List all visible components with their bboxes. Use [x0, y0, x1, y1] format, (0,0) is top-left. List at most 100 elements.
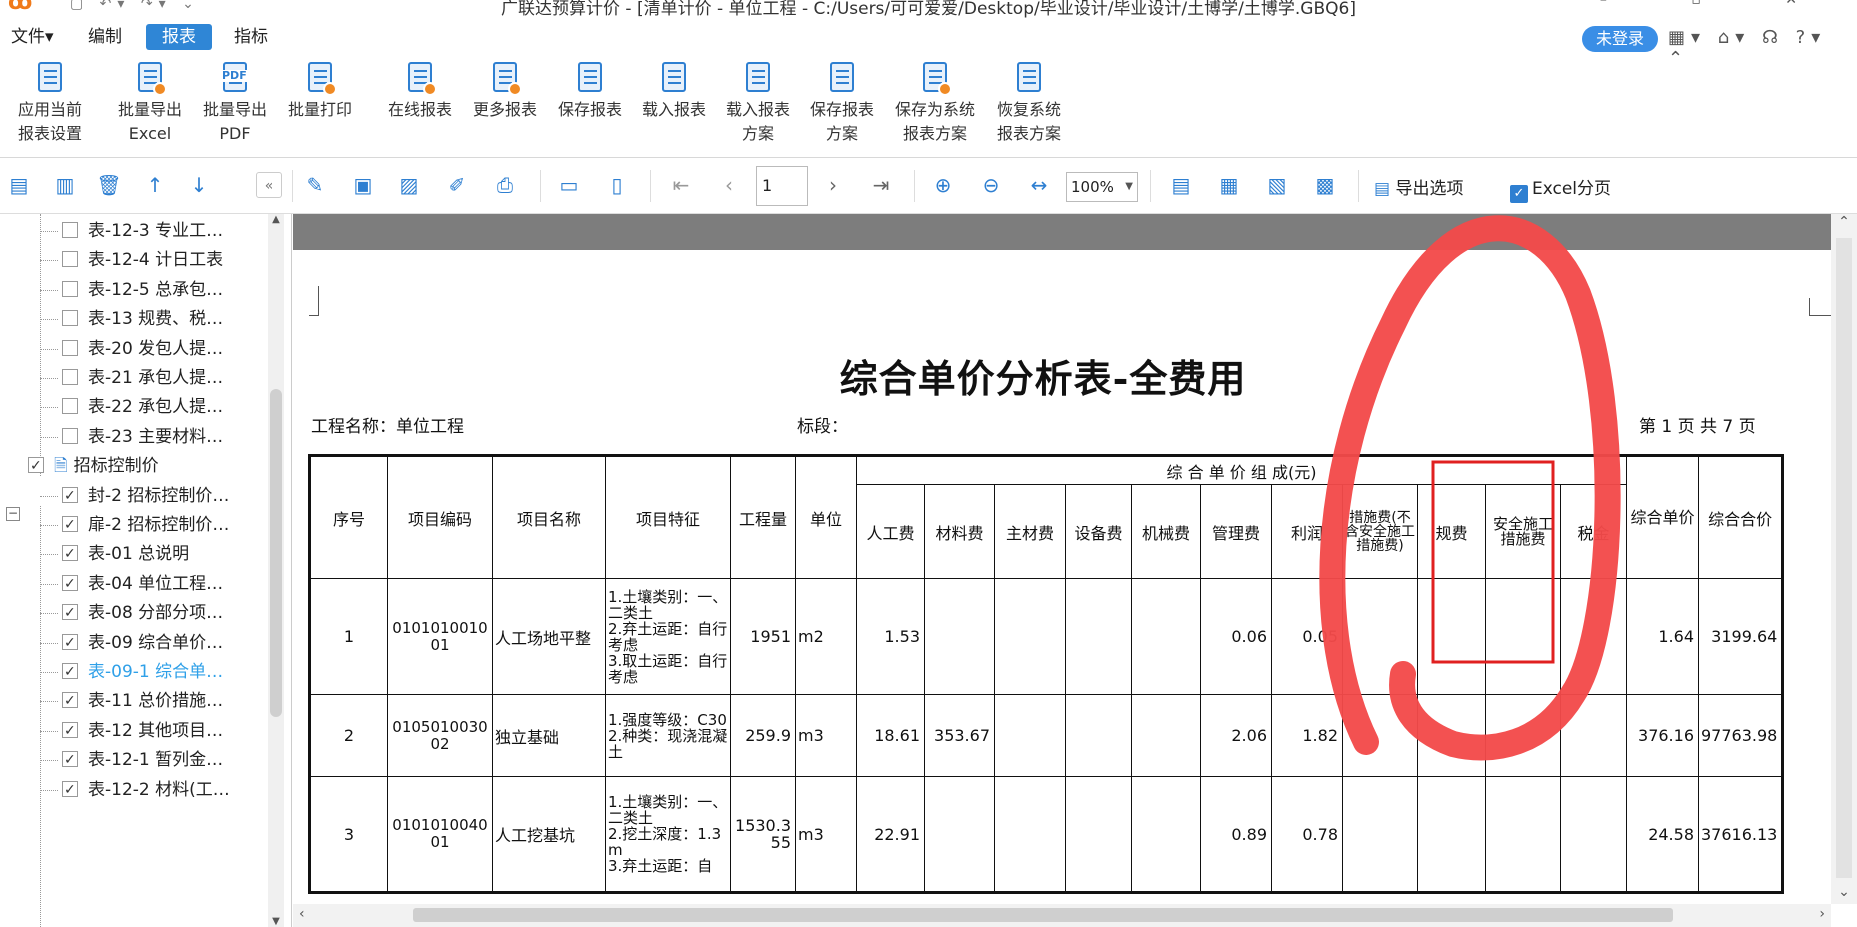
- checkbox-unchecked[interactable]: [62, 222, 78, 238]
- first-page-icon[interactable]: ⇤: [668, 172, 694, 198]
- restore-system-scheme-button[interactable]: 恢复系统 报表方案: [990, 62, 1068, 146]
- save-system-scheme-button[interactable]: 保存为系统 报表方案: [888, 62, 982, 146]
- tree-item[interactable]: 表-12-5 总承包…: [40, 275, 223, 305]
- checkbox-unchecked[interactable]: [62, 369, 78, 385]
- menu-indicator[interactable]: 指标: [226, 24, 276, 50]
- preview-vertical-scrollbar[interactable]: ⌃ ⌄: [1831, 214, 1857, 904]
- checkbox-unchecked[interactable]: [62, 310, 78, 327]
- prev-page-icon[interactable]: ‹: [716, 172, 742, 198]
- preview-horizontal-scrollbar[interactable]: ‹ ›: [293, 904, 1831, 927]
- last-page-icon[interactable]: ⇥: [868, 172, 894, 198]
- scroll-up-icon[interactable]: ▲: [268, 214, 284, 225]
- checkbox-unchecked[interactable]: [62, 398, 78, 415]
- tree-item[interactable]: 表-09 综合单价…: [40, 628, 223, 658]
- checkbox-checked[interactable]: [62, 628, 78, 658]
- apply-settings-button[interactable]: 应用当前 报表设置: [10, 62, 90, 146]
- tree-item[interactable]: 封-2 招标控制价…: [40, 481, 229, 511]
- add-report-icon[interactable]: ▤: [6, 172, 32, 198]
- move-down-icon[interactable]: ↓: [186, 172, 212, 198]
- scrollbar-thumb[interactable]: [1836, 238, 1852, 878]
- edit-report-icon[interactable]: ✎: [302, 172, 328, 198]
- excel-paging-checkbox[interactable]: ✓ Excel分页: [1510, 174, 1611, 203]
- export-icon-1[interactable]: ▤: [1168, 172, 1194, 198]
- checkbox-checked[interactable]: [62, 745, 78, 775]
- tree-item[interactable]: 表-13 规费、税…: [40, 304, 223, 334]
- scroll-right-icon[interactable]: ›: [1819, 906, 1825, 922]
- more-reports-button[interactable]: 更多报表: [467, 62, 543, 122]
- checkbox-checked[interactable]: [62, 598, 78, 628]
- hatch-icon[interactable]: ▨: [396, 172, 422, 198]
- single-page-icon[interactable]: ▭: [556, 172, 582, 198]
- sidebar-scrollbar[interactable]: ▲ ▼: [268, 214, 284, 927]
- zoom-out-icon[interactable]: ⊖: [978, 172, 1004, 198]
- tree-item[interactable]: 表-09-1 综合单…: [40, 657, 223, 687]
- next-page-icon[interactable]: ›: [820, 172, 846, 198]
- page-number-input[interactable]: 1: [756, 166, 808, 206]
- menu-edit[interactable]: 编制: [80, 24, 130, 50]
- scroll-down-icon[interactable]: ▼: [268, 916, 284, 927]
- scrollbar-thumb[interactable]: [413, 908, 1673, 922]
- checkbox-unchecked[interactable]: [62, 251, 78, 268]
- zoom-in-icon[interactable]: ⊕: [930, 172, 956, 198]
- scrollbar-thumb[interactable]: [270, 389, 282, 717]
- save-report-button[interactable]: 保存报表: [552, 62, 628, 122]
- collapse-node-icon[interactable]: −: [6, 507, 20, 521]
- tree-item[interactable]: 表-12-4 计日工表: [40, 245, 223, 275]
- tree-item[interactable]: 表-21 承包人提…: [40, 363, 223, 393]
- tree-item[interactable]: 🗎招标控制价: [28, 451, 159, 481]
- load-report-button[interactable]: 载入报表: [636, 62, 712, 122]
- export-pdf-small-icon[interactable]: ▩: [1312, 172, 1338, 198]
- checkbox-checked[interactable]: [62, 657, 78, 687]
- tree-item[interactable]: 表-08 分部分项…: [40, 598, 223, 628]
- scroll-up-icon[interactable]: ⌃: [1831, 214, 1857, 234]
- checkbox-unchecked[interactable]: [62, 280, 78, 297]
- menu-report[interactable]: 报表: [146, 24, 212, 50]
- tree-item[interactable]: 表-11 总价措施…: [40, 686, 223, 716]
- tree-item[interactable]: 表-04 单位工程…: [40, 569, 223, 599]
- checkbox-checked[interactable]: [62, 775, 78, 805]
- tree-item[interactable]: 表-12 其他项目…: [40, 716, 223, 746]
- export-pdf-button[interactable]: PDF 批量导出 PDF: [197, 62, 273, 146]
- right-toolbar-icons[interactable]: ▦▾ ⌂▾ ☊ ?▾ ⌃: [1668, 27, 1857, 69]
- move-up-icon[interactable]: ↑: [142, 172, 168, 198]
- multi-page-icon[interactable]: ▯: [604, 172, 630, 198]
- tree-item[interactable]: 表-12-1 暂列金…: [40, 745, 223, 775]
- export-icon-2[interactable]: ▦: [1216, 172, 1242, 198]
- checkbox-checked[interactable]: [62, 686, 78, 716]
- load-scheme-button[interactable]: 载入报表 方案: [720, 62, 796, 146]
- checkbox-unchecked[interactable]: [62, 339, 78, 356]
- tree-item[interactable]: 表-23 主要材料…: [40, 422, 223, 452]
- checkbox-unchecked[interactable]: [62, 427, 78, 444]
- collapse-panel-icon[interactable]: «: [256, 172, 282, 198]
- scroll-left-icon[interactable]: ‹: [299, 906, 305, 922]
- online-report-button[interactable]: 在线报表: [382, 62, 458, 122]
- checkbox-checked[interactable]: [62, 510, 78, 540]
- window-controls[interactable]: – ▫ ✕: [1600, 0, 1837, 8]
- checkbox-checked[interactable]: [62, 539, 78, 569]
- tree-item[interactable]: 扉-2 招标控制价…: [40, 510, 229, 540]
- fit-width-icon[interactable]: ↔: [1026, 172, 1052, 198]
- checkbox-checked[interactable]: [62, 481, 78, 511]
- delete-icon[interactable]: 🗑: [96, 172, 122, 198]
- export-options-button[interactable]: ▤ 导出选项: [1374, 174, 1463, 199]
- tree-item[interactable]: 表-12-2 材料(工…: [40, 775, 230, 805]
- checkbox-checked[interactable]: [28, 451, 44, 481]
- checkbox-checked[interactable]: [62, 716, 78, 746]
- tree-item[interactable]: 表-01 总说明: [40, 539, 189, 569]
- menu-file[interactable]: 文件▾: [3, 24, 62, 50]
- tree-item[interactable]: 表-12-3 专业工…: [40, 216, 223, 246]
- add-folder-icon[interactable]: ▥: [52, 172, 78, 198]
- batch-print-button[interactable]: 批量打印: [282, 62, 358, 122]
- tree-item[interactable]: 表-22 承包人提…: [40, 392, 223, 422]
- tree-item[interactable]: 表-20 发包人提…: [40, 334, 223, 364]
- export-icon-3[interactable]: ▧: [1264, 172, 1290, 198]
- report-settings-icon[interactable]: ▣: [350, 172, 376, 198]
- export-excel-button[interactable]: 批量导出 Excel: [112, 62, 188, 146]
- login-button[interactable]: 未登录: [1582, 26, 1658, 52]
- checkbox-checked[interactable]: [62, 569, 78, 599]
- edit-page-icon[interactable]: ✐: [444, 172, 470, 198]
- scroll-down-icon[interactable]: ⌄: [1831, 884, 1857, 904]
- print-preview-icon[interactable]: ⎙: [492, 172, 518, 198]
- zoom-select[interactable]: 100% ▼: [1066, 172, 1138, 202]
- save-scheme-button[interactable]: 保存报表 方案: [804, 62, 880, 146]
